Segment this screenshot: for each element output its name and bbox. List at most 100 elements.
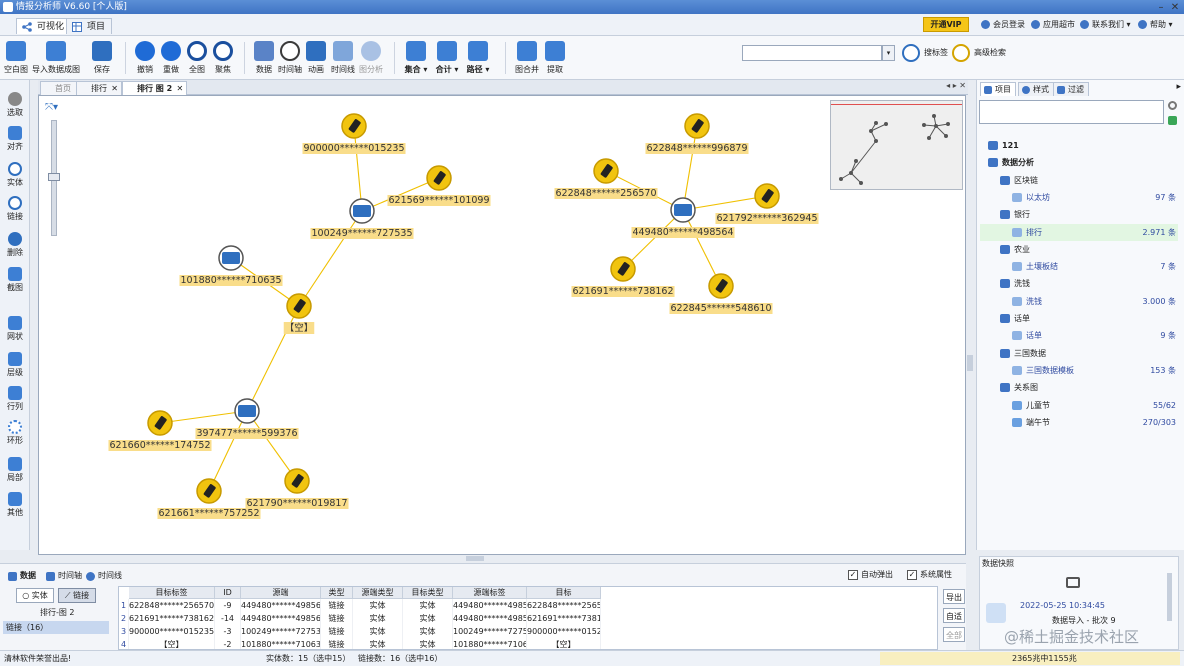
- graph-node-card[interactable]: 397477******599376: [195, 398, 299, 439]
- snapshot-time[interactable]: 2022-05-25 10:34:45: [1020, 601, 1105, 610]
- tool-delete[interactable]: 删除: [2, 232, 28, 258]
- grid-cell[interactable]: 【空】: [527, 638, 601, 649]
- set-button[interactable]: 集合 ▾: [402, 39, 430, 79]
- grid-cell[interactable]: 实体: [353, 599, 403, 612]
- graph-edge[interactable]: [246, 410, 298, 482]
- tool-hierarchy[interactable]: 层级: [2, 352, 28, 378]
- tool-align[interactable]: 对齐: [2, 126, 28, 152]
- link-toggle-button[interactable]: ⟋ 链接: [58, 588, 96, 603]
- advanced-search-button[interactable]: 高级检索: [952, 44, 1006, 62]
- grid-cell[interactable]: -14: [215, 612, 241, 625]
- grid-column-header[interactable]: 源端类型: [353, 587, 403, 599]
- graph-node-phone[interactable]: 622848******996879: [645, 113, 749, 154]
- grid-cell[interactable]: 链接: [321, 638, 353, 649]
- bottom-tab-time-line[interactable]: 时间线: [86, 569, 122, 583]
- grid-cell[interactable]: 链接: [321, 599, 353, 612]
- graph-edge[interactable]: [682, 195, 768, 211]
- graph-svg[interactable]: 900000******015235 621569******101099 1002…: [39, 96, 967, 556]
- grid-cell[interactable]: 链接: [321, 625, 353, 638]
- tool-local[interactable]: 局部: [2, 457, 28, 483]
- app-store-link[interactable]: 应用超市: [1031, 19, 1075, 31]
- import-data-button[interactable]: 导入数据成图: [31, 39, 81, 79]
- grid-column-header[interactable]: 目标标签: [129, 587, 215, 599]
- contact-link[interactable]: 联系我们 ▾: [1080, 19, 1131, 31]
- graph-node-phone[interactable]: 622845******548610: [669, 273, 773, 314]
- tab-project[interactable]: 项目: [66, 18, 113, 34]
- graph-node-phone[interactable]: 【空】: [283, 293, 315, 334]
- minimize-button[interactable]: –: [1154, 1, 1168, 15]
- refresh-icon[interactable]: [1168, 116, 1177, 125]
- camera-icon[interactable]: [1066, 577, 1080, 588]
- bottom-splitter[interactable]: [466, 556, 484, 561]
- graph-node-phone[interactable]: 621661******757252: [157, 478, 261, 519]
- timeline-button[interactable]: 时间轴: [278, 39, 302, 79]
- focus-button[interactable]: 聚焦: [211, 39, 235, 79]
- grid-column-header[interactable]: 类型: [321, 587, 353, 599]
- tool-select[interactable]: 选取: [2, 92, 28, 118]
- entity-toggle-button[interactable]: ○ 实体: [16, 588, 54, 603]
- tree-item[interactable]: 儿童节 55/62: [980, 397, 1178, 414]
- zoom-slider-handle[interactable]: [48, 173, 60, 181]
- fit-all-button[interactable]: 全图: [185, 39, 209, 79]
- grid-cell[interactable]: 449480******498564: [241, 612, 321, 625]
- tree-item[interactable]: 端午节 270/303: [980, 414, 1178, 431]
- time-line-button[interactable]: 时间线: [330, 39, 356, 79]
- tool-link[interactable]: 链接: [2, 196, 28, 222]
- doc-tab-ranking[interactable]: 排行 ✕: [76, 81, 122, 95]
- panel-collapse-icon[interactable]: ▸: [1176, 82, 1181, 92]
- grid-cell[interactable]: -9: [215, 599, 241, 612]
- tool-entity[interactable]: 实体: [2, 162, 28, 188]
- grid-cell[interactable]: 622848******256570: [129, 599, 215, 612]
- grid-cell[interactable]: 实体: [403, 612, 453, 625]
- grid-cell[interactable]: 【空】: [129, 638, 215, 649]
- graph-node-phone[interactable]: 621792******362945: [715, 183, 819, 224]
- grid-column-header[interactable]: 目标: [527, 587, 601, 599]
- grid-cell[interactable]: 900000******015235: [527, 625, 601, 638]
- tree-item[interactable]: 洗钱: [980, 275, 1178, 292]
- graph-edge[interactable]: [159, 410, 248, 424]
- grid-column-header[interactable]: 源端标签: [453, 587, 527, 599]
- grid-cell[interactable]: 101880******710635: [241, 638, 321, 649]
- grid-cell[interactable]: -3: [215, 625, 241, 638]
- save-button[interactable]: 保存: [90, 39, 114, 79]
- fit-view-icon[interactable]: ⤧▾: [45, 102, 58, 113]
- graph-edge[interactable]: [682, 125, 698, 211]
- tree-item[interactable]: 三国数据模板 153 条: [980, 362, 1178, 379]
- help-link[interactable]: 帮助 ▾: [1138, 19, 1173, 31]
- grid-cell[interactable]: 实体: [353, 625, 403, 638]
- grid-cell[interactable]: 622848******256570: [527, 599, 601, 612]
- vip-button[interactable]: 开通VIP: [923, 17, 969, 32]
- export-button[interactable]: 导出: [943, 589, 965, 604]
- right-tab-filter[interactable]: 过滤: [1053, 82, 1089, 96]
- grid-cell[interactable]: 449480******498564: [453, 599, 527, 612]
- autofit-button[interactable]: 自适: [943, 608, 965, 623]
- blank-graph-button[interactable]: 空白图: [3, 39, 29, 79]
- tool-screenshot[interactable]: 截图: [2, 267, 28, 293]
- project-search-input[interactable]: [979, 100, 1164, 124]
- tree-item[interactable]: 关系图: [980, 379, 1178, 396]
- tree-item[interactable]: 区块链: [980, 172, 1178, 189]
- grid-cell[interactable]: 实体: [403, 638, 453, 649]
- tree-item[interactable]: 三国数据: [980, 345, 1178, 362]
- graph-node-phone[interactable]: 622848******256570: [554, 158, 658, 199]
- close-tab-icon[interactable]: ✕: [176, 82, 183, 96]
- grid-cell[interactable]: 900000******015235: [129, 625, 215, 638]
- grid-cell[interactable]: 621691******738162: [527, 612, 601, 625]
- graph-canvas[interactable]: 900000******015235 621569******101099 1002…: [38, 95, 966, 555]
- grid-cell[interactable]: 449480******498564: [241, 599, 321, 612]
- bottom-tab-data[interactable]: 数据: [8, 569, 36, 583]
- snapshot-scrollbar[interactable]: [1167, 573, 1172, 621]
- graph-edge[interactable]: [298, 210, 363, 307]
- minimap[interactable]: [830, 100, 963, 190]
- toolbar-search-input[interactable]: [742, 45, 882, 61]
- tree-item[interactable]: 农业: [980, 241, 1178, 258]
- tree-item[interactable]: 数据分析: [980, 154, 1178, 171]
- merge-graph-button[interactable]: 图合并: [513, 39, 541, 79]
- graph-node-card[interactable]: 101880******710635: [179, 245, 283, 286]
- graph-analysis-button[interactable]: 图分析: [358, 39, 384, 79]
- tree-item[interactable]: 土壤板结 7 条: [980, 258, 1178, 275]
- grid-column-header[interactable]: ID: [215, 587, 241, 599]
- search-dropdown-button[interactable]: ▾: [882, 45, 895, 61]
- grid-cell[interactable]: 实体: [353, 638, 403, 649]
- graph-edge[interactable]: [246, 305, 300, 412]
